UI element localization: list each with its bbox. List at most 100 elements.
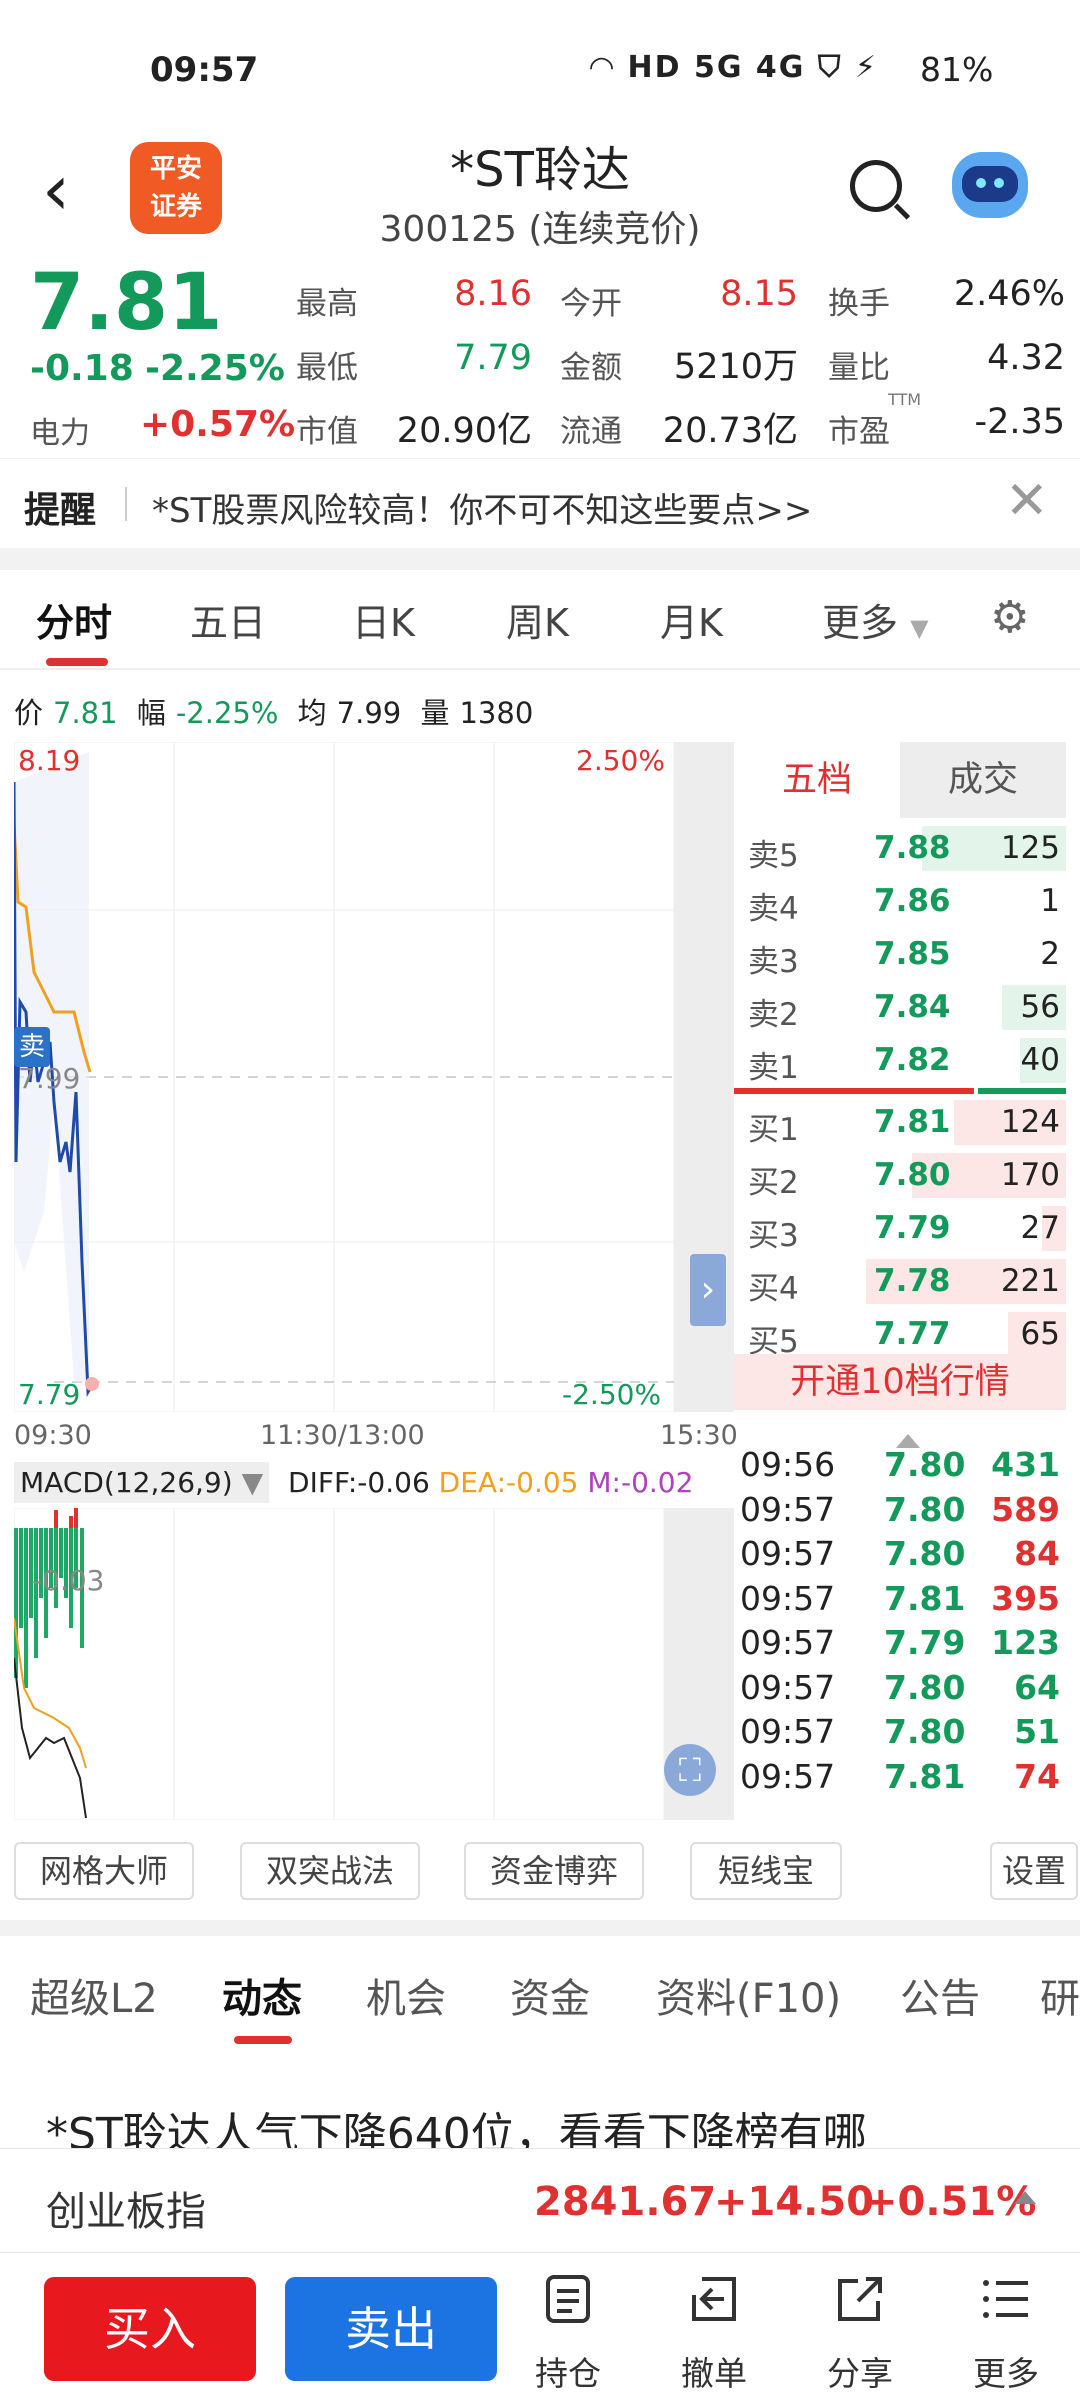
level-volume: 170 xyxy=(1000,1157,1060,1193)
level-price: 7.77 xyxy=(874,1316,951,1352)
sell-marker[interactable]: 卖 xyxy=(14,1027,50,1067)
quote-field-value: 5210万 xyxy=(673,347,798,387)
active-tab-indicator xyxy=(46,658,108,666)
tab-intraday[interactable]: 分时 xyxy=(36,592,112,647)
quote-field-label: 换手 xyxy=(828,286,890,322)
level-price: 7.80 xyxy=(874,1157,951,1193)
macd-selector[interactable]: MACD(12,26,9) ▼ xyxy=(14,1462,270,1503)
dropdown-caret-icon: ▼ xyxy=(241,1466,264,1499)
tab-trades[interactable]: 成交 xyxy=(900,742,1066,818)
tab-opportunity[interactable]: 机会 xyxy=(366,1966,446,2024)
ask-row[interactable]: 卖5 7.88 125 xyxy=(734,822,1066,875)
section-gap xyxy=(0,548,1080,570)
tab-five-day[interactable]: 五日 xyxy=(190,592,266,647)
risk-alert-bar[interactable]: 提醒 *ST股票风险较高！你不可不知这些要点>> ✕ xyxy=(0,458,1080,548)
tick-time: 09:57 xyxy=(740,1667,836,1707)
tab-daily-k[interactable]: 日K xyxy=(352,592,415,647)
macd-header[interactable]: MACD(12,26,9) ▼ DIFF:-0.06 DEA:-0.05 M:-… xyxy=(14,1462,734,1506)
tool-grid-master[interactable]: 网格大师 xyxy=(14,1842,194,1900)
index-value: 2841.67 xyxy=(534,2179,717,2225)
open-ten-levels-button[interactable]: 开通10档行情 xyxy=(734,1354,1066,1410)
macd-diff: DIFF:-0.06 xyxy=(288,1466,430,1499)
chart-period-tabs: 分时 五日 日K 周K 月K 更多 ▼ ⚙ xyxy=(0,570,1080,670)
bid-row[interactable]: 买1 7.81 124 xyxy=(734,1096,1066,1149)
tab-weekly-k[interactable]: 周K xyxy=(506,592,569,647)
ask-bid-divider-green xyxy=(978,1088,1066,1094)
index-ticker-bar[interactable]: 创业板指 2841.67 +14.50 +0.51% xyxy=(0,2148,1080,2252)
news-headline[interactable]: *ST聆达人气下降640位，看看下降榜有哪 xyxy=(46,2098,1056,2148)
quote-field-label: 今开 xyxy=(560,286,622,322)
time-axis-start: 09:30 xyxy=(14,1420,92,1451)
close-icon[interactable]: ✕ xyxy=(1005,471,1049,531)
level-label: 卖2 xyxy=(748,997,799,1033)
ttm-tag: TTM xyxy=(888,390,922,409)
alert-text[interactable]: *ST股票风险较高！你不可不知这些要点>> xyxy=(152,483,812,532)
header: ‹ 平安 证券 *ST聆达 300125 (连续竞价) xyxy=(0,130,1080,260)
bid-row[interactable]: 买4 7.78 221 xyxy=(734,1255,1066,1308)
search-icon[interactable] xyxy=(850,160,902,212)
tab-monthly-k[interactable]: 月K xyxy=(660,592,723,647)
last-price: 7.81 xyxy=(30,258,223,348)
sector-change: +0.57% xyxy=(140,404,296,445)
stock-code: 300125 (连续竞价) xyxy=(379,209,701,250)
bid-row[interactable]: 买3 7.79 27 xyxy=(734,1202,1066,1255)
intraday-chart[interactable]: 8.19 7.79 2.50% -2.50% 7.99 卖 › xyxy=(14,742,734,1412)
buy-button[interactable]: 买入 xyxy=(44,2277,256,2381)
tab-research[interactable]: 研 xyxy=(1040,1966,1080,2024)
macd-chart[interactable]: -0.03 ⛶ xyxy=(13,1507,734,1821)
time-axis-end: 15:30 xyxy=(660,1420,738,1451)
level-label: 卖5 xyxy=(748,838,799,874)
tab-five-levels[interactable]: 五档 xyxy=(734,742,900,818)
positions-icon xyxy=(542,2273,594,2325)
tab-announcements[interactable]: 公告 xyxy=(900,1966,980,2024)
dropdown-caret-icon: ▼ xyxy=(910,614,929,642)
back-chevron-icon[interactable]: ‹ xyxy=(42,155,92,230)
quote-field-value: 2.46% xyxy=(953,274,1065,314)
tab-news-feed[interactable]: 动态 xyxy=(222,1966,302,2024)
ask-row[interactable]: 卖1 7.82 40 xyxy=(734,1034,1066,1087)
network-icons: ◠ HD 5G 4G ⛉ ⚡ xyxy=(590,50,878,85)
ask-row[interactable]: 卖3 7.85 2 xyxy=(734,928,1066,981)
expand-panel-chevron-icon[interactable]: › xyxy=(690,1254,726,1326)
tool-fund-game[interactable]: 资金博弈 xyxy=(464,1842,644,1900)
ask-row[interactable]: 卖2 7.84 56 xyxy=(734,981,1066,1034)
cancel-order-button[interactable]: 撤单 xyxy=(664,2273,764,2395)
macd-dea: DEA:-0.05 xyxy=(438,1466,579,1499)
tool-short-term[interactable]: 短线宝 xyxy=(690,1842,842,1900)
tab-more[interactable]: 更多 ▼ xyxy=(822,592,929,647)
sell-button[interactable]: 卖出 xyxy=(285,2277,497,2381)
tick-volume: 64 xyxy=(1014,1667,1060,1707)
bid-row[interactable]: 买2 7.80 170 xyxy=(734,1149,1066,1202)
shield-icon: ⛉ xyxy=(817,50,843,85)
tick-time: 09:57 xyxy=(740,1578,836,1618)
price-change-pct: -2.25% xyxy=(145,348,285,389)
tool-settings[interactable]: 设置 xyxy=(990,1842,1078,1900)
tab-funds[interactable]: 资金 xyxy=(510,1966,590,2024)
tab-super-l2[interactable]: 超级L2 xyxy=(30,1966,158,2024)
fullscreen-icon[interactable]: ⛶ xyxy=(664,1744,716,1796)
more-button[interactable]: 更多 xyxy=(956,2273,1056,2395)
quote-field-value: 20.90亿 xyxy=(396,411,532,451)
tab-profile-f10[interactable]: 资料(F10) xyxy=(656,1966,841,2024)
expand-up-arrow-icon[interactable] xyxy=(1014,2191,1036,2204)
level-volume: 2 xyxy=(1040,936,1060,972)
info-tabs: 超级L2 动态 机会 资金 资料(F10) 公告 研 xyxy=(0,1936,1080,2046)
tick-price: 7.80 xyxy=(884,1489,966,1529)
tick-volume: 51 xyxy=(1014,1712,1060,1751)
ask-bid-divider-red xyxy=(734,1088,974,1094)
share-button[interactable]: 分享 xyxy=(810,2273,910,2395)
tick-volume: 395 xyxy=(991,1578,1060,1618)
assistant-robot-icon[interactable] xyxy=(952,152,1028,218)
status-bar: 09:57 ◠ HD 5G 4G ⛉ ⚡ 81% xyxy=(0,0,1080,130)
index-change: +14.50 xyxy=(714,2179,875,2225)
level-price: 7.81 xyxy=(874,1104,951,1140)
gear-icon[interactable]: ⚙ xyxy=(990,592,1029,643)
ask-row[interactable]: 卖4 7.86 1 xyxy=(734,875,1066,928)
level-volume: 1 xyxy=(1040,883,1060,919)
index-name: 创业板指 xyxy=(46,2189,206,2235)
tick-time: 09:57 xyxy=(740,1489,836,1529)
tick-time: 09:57 xyxy=(740,1534,836,1573)
tool-double-breakout[interactable]: 双突战法 xyxy=(240,1842,420,1900)
trade-ticks: 09:56 7.80 431 09:57 7.80 589 09:57 7.80 84 09:57… xyxy=(734,1445,1066,1825)
positions-button[interactable]: 持仓 xyxy=(518,2273,618,2395)
